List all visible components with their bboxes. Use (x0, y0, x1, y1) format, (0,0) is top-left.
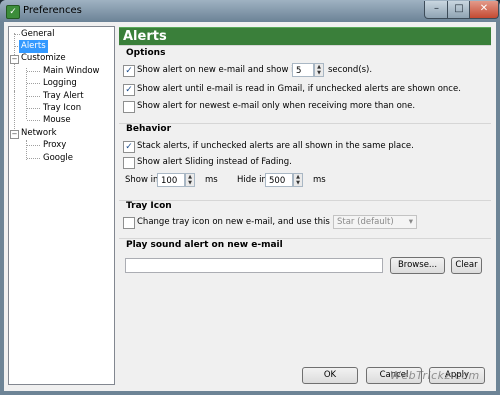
options-title: Options (126, 48, 166, 58)
tree-item-customize[interactable]: Customize (21, 52, 66, 65)
page-header: Alerts (119, 27, 491, 45)
show-in-input[interactable]: 100 (157, 173, 185, 187)
window-title: Preferences (23, 5, 82, 16)
clear-button[interactable]: Clear (451, 257, 482, 274)
sliding-label: Show alert Sliding instead of Fading. (137, 157, 292, 167)
tree-line (27, 83, 40, 84)
show-in-label: Show in (125, 175, 159, 185)
dialog-client-area: General Alerts − Customize Main Window L… (4, 22, 496, 391)
until-read-label: Show alert until e-mail is read in Gmail… (137, 84, 461, 94)
tree-item-logging[interactable]: Logging (43, 77, 77, 90)
checkmark-icon: ✓ (125, 142, 133, 152)
browse-button[interactable]: Browse... (390, 257, 445, 274)
tree-line (26, 68, 27, 119)
spin-down-icon[interactable]: ▼ (294, 180, 302, 186)
sound-file-input[interactable] (125, 258, 383, 273)
tray-icon-selected: Star (default) (337, 217, 394, 227)
page-title: Alerts (123, 29, 167, 44)
tree-line (14, 91, 15, 135)
ok-button[interactable]: OK (302, 367, 358, 384)
seconds-input[interactable]: 5 (292, 63, 314, 77)
tree-line (27, 71, 40, 72)
tree-line (27, 120, 40, 121)
show-in-unit: ms (205, 175, 218, 185)
hide-in-label: Hide in (237, 175, 267, 185)
until-read-checkbox[interactable]: ✓ (123, 84, 135, 96)
title-bar[interactable]: ✓ Preferences – □ ✕ (0, 0, 500, 22)
tray-icon-group: Tray Icon Change tray icon on new e-mail… (119, 200, 491, 238)
spin-down-icon[interactable]: ▼ (186, 180, 194, 186)
tree-line (27, 158, 40, 159)
behavior-group: Behavior ✓ Stack alerts, if unchecked al… (119, 123, 491, 203)
maximize-button[interactable]: □ (447, 1, 471, 19)
tree-line (14, 34, 20, 35)
seconds-spinner[interactable]: ▲ ▼ (314, 63, 324, 77)
tree-line (27, 96, 40, 97)
newest-only-label: Show alert for newest e-mail only when r… (137, 101, 416, 111)
checkmark-icon: ✓ (125, 85, 133, 95)
seconds-unit-label: second(s). (328, 65, 373, 75)
spin-down-icon[interactable]: ▼ (315, 70, 323, 76)
stack-alerts-checkbox[interactable]: ✓ (123, 141, 135, 153)
show-alert-checkbox[interactable]: ✓ (123, 65, 135, 77)
sound-group: Play sound alert on new e-mail Browse...… (119, 238, 491, 279)
stack-alerts-label: Stack alerts, if unchecked alerts are al… (137, 141, 414, 151)
checkmark-icon: ✓ (125, 66, 133, 76)
hide-in-spinner[interactable]: ▲ ▼ (293, 173, 303, 187)
tree-item-google[interactable]: Google (43, 152, 73, 165)
options-group: Options ✓ Show alert on new e-mail and s… (119, 45, 491, 125)
chevron-down-icon: ▾ (408, 217, 413, 227)
sound-title: Play sound alert on new e-mail (126, 240, 283, 250)
behavior-title: Behavior (126, 124, 172, 134)
change-tray-icon-checkbox[interactable] (123, 217, 135, 229)
tree-item-mouse[interactable]: Mouse (43, 114, 71, 127)
app-check-icon: ✓ (6, 5, 20, 19)
hide-in-input[interactable]: 500 (265, 173, 293, 187)
collapse-customize-icon[interactable]: − (10, 55, 19, 64)
tree-line (26, 140, 27, 160)
hide-in-unit: ms (313, 175, 326, 185)
minimize-button[interactable]: – (424, 1, 449, 19)
tree-line (27, 145, 40, 146)
show-alert-label: Show alert on new e-mail and show it for (137, 65, 312, 75)
settings-tree[interactable]: General Alerts − Customize Main Window L… (8, 26, 115, 385)
newest-only-checkbox[interactable] (123, 101, 135, 113)
tray-icon-title: Tray Icon (126, 201, 172, 211)
tree-line (27, 108, 40, 109)
tree-item-proxy[interactable]: Proxy (43, 139, 66, 152)
watermark-text: WebTrickz.com (390, 369, 480, 382)
preferences-window: ✓ Preferences – □ ✕ General Alerts − Cus… (0, 0, 500, 395)
sliding-checkbox[interactable] (123, 157, 135, 169)
tray-icon-select[interactable]: Star (default) ▾ (333, 215, 417, 229)
show-in-spinner[interactable]: ▲ ▼ (185, 173, 195, 187)
collapse-network-icon[interactable]: − (10, 130, 19, 139)
change-tray-icon-label: Change tray icon on new e-mail, and use … (137, 217, 353, 227)
close-button[interactable]: ✕ (469, 1, 499, 19)
